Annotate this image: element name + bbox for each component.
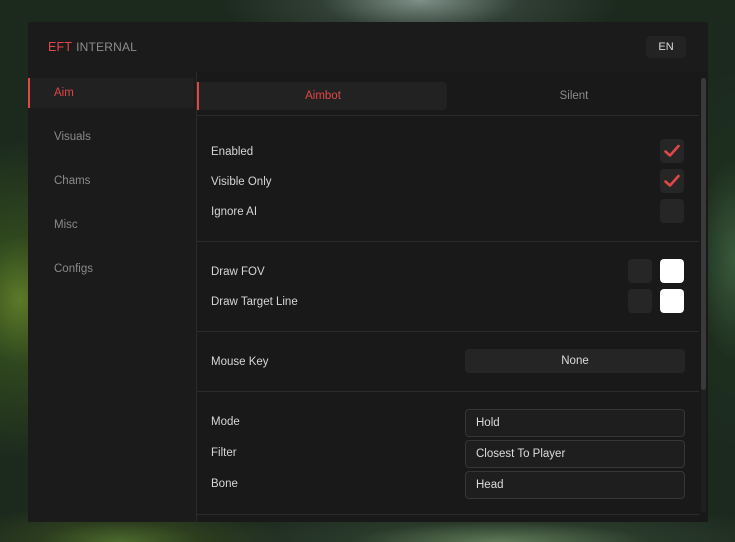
brand-rest: INTERNAL (76, 40, 138, 54)
enabled-checkbox[interactable] (660, 139, 684, 163)
mode-label: Mode (211, 416, 240, 428)
mouse-key-button[interactable]: None (465, 349, 685, 373)
section-divider (197, 331, 699, 332)
tab-silent[interactable]: Silent (449, 82, 699, 110)
bone-select[interactable]: Head (465, 471, 685, 499)
mode-select[interactable]: Hold (465, 409, 685, 437)
filter-label: Filter (211, 447, 237, 459)
sidebar-item-visuals[interactable]: Visuals (28, 122, 194, 152)
scrollbar-thumb[interactable] (701, 78, 706, 390)
ignore-ai-checkbox[interactable] (660, 199, 684, 223)
sidebar-item-configs[interactable]: Configs (28, 254, 194, 284)
tab-aimbot[interactable]: Aimbot (197, 82, 447, 110)
language-button[interactable]: EN (646, 36, 686, 58)
bone-label: Bone (211, 478, 238, 490)
draw-fov-toggle[interactable] (628, 259, 652, 283)
mouse-key-label: Mouse Key (211, 356, 269, 368)
section-divider (197, 514, 699, 515)
checkmark-icon (664, 174, 680, 187)
draw-fov-color-swatch[interactable] (660, 259, 684, 283)
draw-target-line-color-swatch[interactable] (660, 289, 684, 313)
section-divider (197, 115, 699, 116)
enabled-label: Enabled (211, 146, 254, 158)
visible-only-checkbox[interactable] (660, 169, 684, 193)
scrollbar-track[interactable] (701, 78, 706, 512)
draw-fov-label: Draw FOV (211, 266, 265, 278)
app-window: EFT INTERNAL EN Aim Visuals Chams Misc C… (28, 22, 708, 522)
titlebar: EFT INTERNAL EN (28, 22, 708, 72)
section-divider (197, 391, 699, 392)
sidebar-item-aim[interactable]: Aim (28, 78, 194, 108)
ignore-ai-label: Ignore AI (211, 206, 258, 218)
content-panel: Aimbot Silent Enabled Visible Only Ignor… (196, 72, 708, 522)
section-divider (197, 241, 699, 242)
brand-logo: EFT INTERNAL (48, 40, 137, 54)
draw-target-line-label: Draw Target Line (211, 296, 298, 308)
checkmark-icon (664, 144, 680, 157)
filter-select[interactable]: Closest To Player (465, 440, 685, 468)
visible-only-label: Visible Only (211, 176, 272, 188)
draw-target-line-toggle[interactable] (628, 289, 652, 313)
sidebar: Aim Visuals Chams Misc Configs (28, 72, 196, 522)
brand-accent: EFT (48, 40, 73, 54)
sidebar-item-chams[interactable]: Chams (28, 166, 194, 196)
sidebar-item-misc[interactable]: Misc (28, 210, 194, 240)
